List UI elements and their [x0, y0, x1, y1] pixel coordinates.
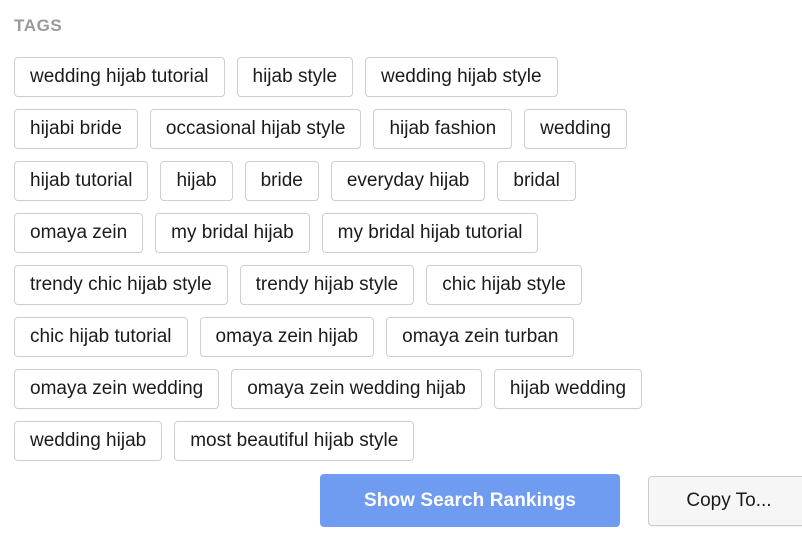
tag-chip[interactable]: hijab wedding — [494, 369, 642, 409]
tag-chip[interactable]: omaya zein hijab — [200, 317, 375, 357]
tag-chip[interactable]: chic hijab tutorial — [14, 317, 188, 357]
tag-chip[interactable]: hijab tutorial — [14, 161, 148, 201]
tag-chip[interactable]: wedding hijab tutorial — [14, 57, 225, 97]
tag-row: hijabi bride occasional hijab style hijab … — [14, 109, 794, 149]
tag-row: chic hijab tutorial omaya zein hijab omaya… — [14, 317, 794, 357]
tag-chip[interactable]: my bridal hijab — [155, 213, 310, 253]
tag-chip[interactable]: wedding hijab — [14, 421, 162, 461]
tag-chip[interactable]: most beautiful hijab style — [174, 421, 414, 461]
tag-chip[interactable]: omaya zein wedding — [14, 369, 219, 409]
tag-chip[interactable]: chic hijab style — [426, 265, 582, 305]
page-title: TAGS — [14, 16, 62, 36]
tag-chip[interactable]: trendy chic hijab style — [14, 265, 228, 305]
tag-row: wedding hijab most beautiful hijab style — [14, 421, 794, 461]
tag-chip[interactable]: omaya zein turban — [386, 317, 574, 357]
tag-row: omaya zein wedding omaya zein wedding hij… — [14, 369, 794, 409]
tag-list: wedding hijab tutorial hijab style wedding… — [14, 57, 794, 473]
tag-chip[interactable]: wedding hijab style — [365, 57, 558, 97]
tag-row: wedding hijab tutorial hijab style wedding… — [14, 57, 794, 97]
tag-chip[interactable]: my bridal hijab tutorial — [322, 213, 539, 253]
tag-chip[interactable]: bridal — [497, 161, 575, 201]
tag-chip[interactable]: wedding — [524, 109, 627, 149]
tags-panel: TAGS wedding hijab tutorialhijab stylewe… — [0, 0, 802, 552]
tag-row: omaya zein my bridal hijab my bridal hijab… — [14, 213, 794, 253]
tag-chip[interactable]: omaya zein — [14, 213, 143, 253]
tag-chip[interactable]: omaya zein wedding hijab — [231, 369, 482, 409]
tag-chip[interactable]: occasional hijab style — [150, 109, 362, 149]
tag-row: trendy chic hijab style trendy hijab styl… — [14, 265, 794, 305]
show-search-rankings-button[interactable]: Show Search Rankings — [320, 474, 620, 527]
tag-chip[interactable]: everyday hijab — [331, 161, 486, 201]
tag-chip[interactable]: hijab style — [237, 57, 354, 97]
tag-chip[interactable]: hijabi bride — [14, 109, 138, 149]
tag-chip[interactable]: hijab fashion — [373, 109, 512, 149]
copy-to-button[interactable]: Copy To... — [648, 476, 802, 526]
tag-chip[interactable]: hijab — [160, 161, 232, 201]
tag-chip[interactable]: bride — [245, 161, 319, 201]
action-bar: Show Search Rankings Copy To... — [0, 474, 802, 532]
tag-chip[interactable]: trendy hijab style — [240, 265, 415, 305]
tag-row: hijab tutorial hijab bride everyday hijab br… — [14, 161, 794, 201]
